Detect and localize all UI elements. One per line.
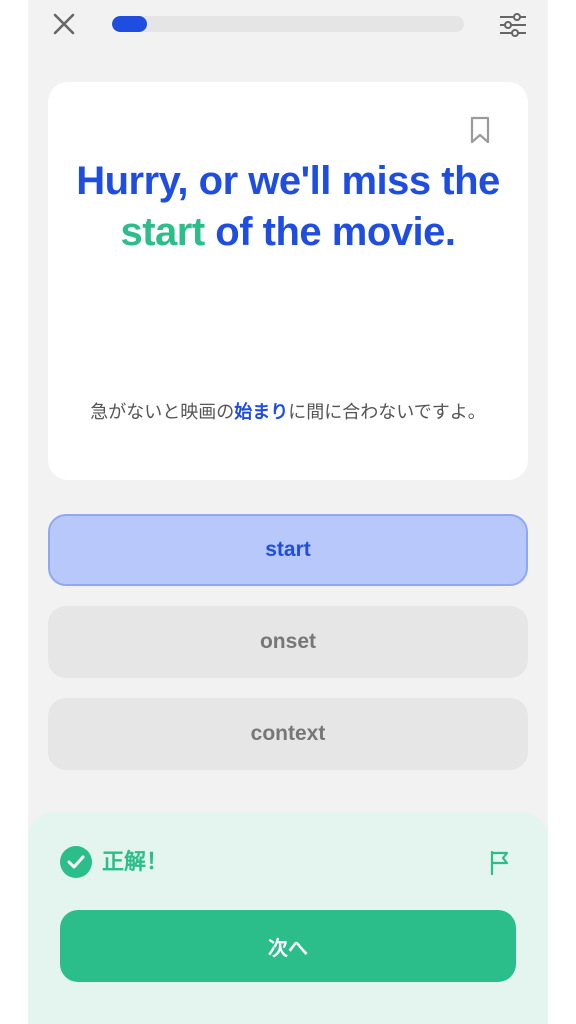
english-sentence: Hurry, or we'll miss the start of the mo… — [68, 156, 508, 258]
feedback-panel: 正解！ 次へ — [28, 812, 548, 1024]
next-button[interactable]: 次へ — [60, 910, 516, 982]
sentence-highlight-word: start — [120, 210, 205, 254]
bookmark-icon — [470, 116, 490, 144]
quiz-screen: Hurry, or we'll miss the start of the mo… — [28, 0, 548, 1024]
translation-part-after: に間に合わないですよ。 — [288, 402, 486, 422]
progress-bar — [112, 16, 464, 32]
close-button[interactable] — [50, 10, 78, 38]
close-icon — [53, 13, 75, 35]
flag-icon — [490, 850, 509, 876]
bookmark-button[interactable] — [468, 116, 492, 144]
check-circle-icon — [60, 846, 92, 878]
answer-option-onset[interactable]: onset — [48, 606, 528, 678]
report-flag-button[interactable] — [488, 849, 512, 876]
correct-message: 正解！ — [102, 849, 169, 874]
answer-option-start[interactable]: start — [48, 514, 528, 586]
question-card: Hurry, or we'll miss the start of the mo… — [48, 82, 528, 480]
answer-option-context[interactable]: context — [48, 698, 528, 770]
sentence-part-after: of the movie. — [204, 210, 456, 254]
translation-highlight-word: 始まり — [234, 402, 289, 422]
translation-part-before: 急がないと映画の — [90, 402, 235, 422]
progress-fill — [112, 16, 148, 32]
sliders-icon — [500, 13, 526, 37]
settings-button[interactable] — [496, 8, 530, 42]
sentence-part-before: Hurry, or we'll miss the — [76, 159, 500, 203]
japanese-translation: 急がないと映画の始まりに間に合わないですよ。 — [84, 400, 492, 424]
